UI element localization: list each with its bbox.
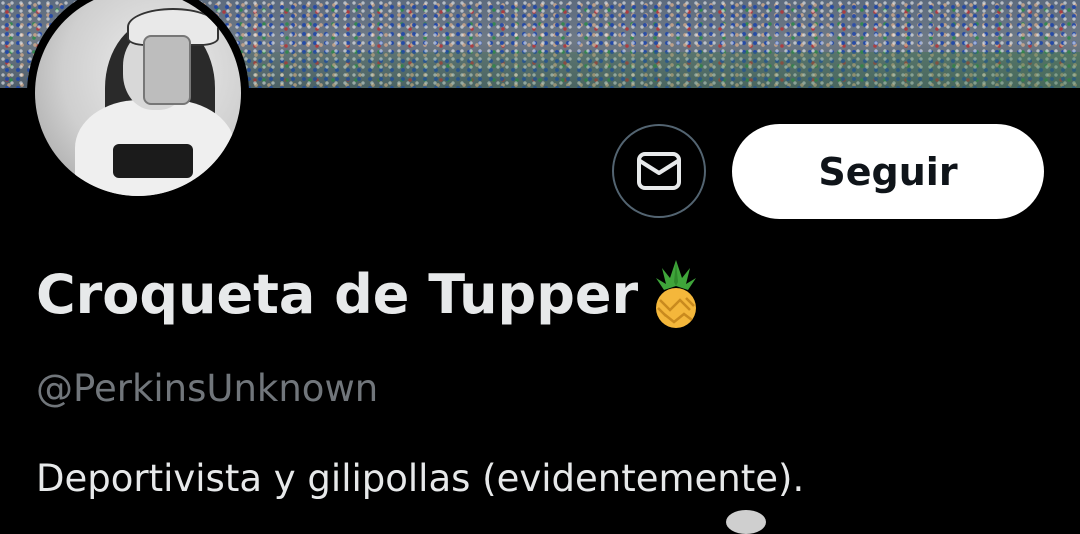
profile-avatar[interactable] [27,0,249,204]
profile-handle: @PerkinsUnknown [36,367,379,410]
avatar-photo [35,0,241,196]
follow-button[interactable]: Seguir [732,124,1044,219]
display-name-text: Croqueta de Tupper [36,262,639,326]
profile-bio: Deportivista y gilipollas (evidentemente… [36,457,805,500]
message-button[interactable] [612,124,706,218]
envelope-icon [637,152,681,190]
emoji-peek [726,510,766,534]
profile-display-name: Croqueta de Tupper [36,258,702,330]
pineapple-icon [656,260,697,328]
